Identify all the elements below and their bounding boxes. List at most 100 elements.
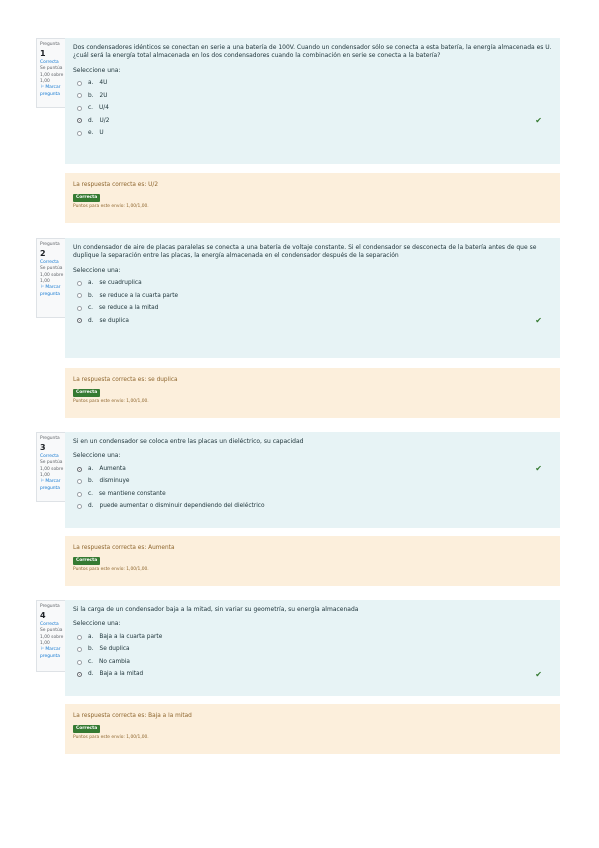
answer-option[interactable]: d. se duplica ✔ bbox=[73, 315, 552, 328]
option-text: se reduce a la mitad bbox=[99, 305, 159, 312]
radio-button[interactable] bbox=[77, 491, 82, 497]
flag-question-link[interactable]: ⚐ Marcar pregunta bbox=[40, 85, 64, 98]
option-letter: c. bbox=[88, 490, 94, 497]
option-text: se cuadruplica bbox=[99, 280, 142, 287]
answer-option[interactable]: d. U/2 ✔ bbox=[73, 115, 552, 128]
radio-button[interactable] bbox=[77, 305, 82, 311]
flag-question-link[interactable]: ⚐ Marcar pregunta bbox=[40, 479, 64, 492]
answer-option[interactable]: a. 4U bbox=[73, 77, 552, 90]
question-number: 3 bbox=[40, 443, 46, 453]
question-score: Se puntúa 1,00 sobre 1,00 bbox=[40, 266, 64, 285]
answer-option[interactable]: a. Aumenta ✔ bbox=[73, 463, 552, 476]
answer-option[interactable]: c. se reduce a la mitad bbox=[73, 302, 552, 315]
flag-icon: ⚐ bbox=[40, 479, 44, 485]
answer-option[interactable]: b. 2U bbox=[73, 90, 552, 103]
question-4-formulation: Si la carga de un condensador baja a la … bbox=[65, 600, 560, 696]
option-letter: a. bbox=[88, 633, 94, 640]
question-number: 2 bbox=[40, 249, 46, 259]
radio-button[interactable] bbox=[77, 466, 82, 472]
question-label: Pregunta bbox=[40, 242, 60, 247]
option-text: Se duplica bbox=[99, 646, 130, 653]
radio-button[interactable] bbox=[77, 479, 82, 485]
flag-question-link[interactable]: ⚐ Marcar pregunta bbox=[40, 285, 64, 298]
question-number: 4 bbox=[40, 611, 46, 621]
option-text: se reduce a la cuarta parte bbox=[99, 292, 179, 299]
answer-prompt: Seleccione una: bbox=[73, 266, 121, 274]
answer-option[interactable]: e. U bbox=[73, 127, 552, 140]
radio-button[interactable] bbox=[77, 634, 82, 640]
points-text: Puntos para este envío: 1,00/1,00. bbox=[73, 567, 149, 573]
question-2-feedback: La respuesta correcta es: se duplica Cor… bbox=[65, 368, 560, 418]
option-letter: b. bbox=[88, 292, 94, 299]
check-icon: ✔ bbox=[535, 669, 542, 679]
radio-button[interactable] bbox=[77, 105, 82, 111]
answer-option[interactable]: c. U/4 bbox=[73, 102, 552, 115]
question-text: Un condensador de aire de placas paralel… bbox=[73, 244, 537, 260]
radio-button[interactable] bbox=[77, 659, 82, 665]
radio-button[interactable] bbox=[77, 93, 82, 99]
option-text: se duplica bbox=[99, 317, 129, 324]
option-text: 2U bbox=[99, 92, 108, 99]
answer-option[interactable]: b. disminuye bbox=[73, 475, 552, 488]
answer-option[interactable]: b. Se duplica bbox=[73, 643, 552, 656]
flag-label: Marcar pregunta bbox=[40, 85, 61, 97]
answer-option[interactable]: b. se reduce a la cuarta parte bbox=[73, 290, 552, 303]
question-label: Pregunta bbox=[40, 436, 60, 441]
question-label: Pregunta bbox=[40, 604, 60, 609]
radio-button[interactable] bbox=[77, 280, 82, 286]
answer-option[interactable]: c. se mantiene constante bbox=[73, 488, 552, 501]
question-score: Se puntúa 1,00 sobre 1,00 bbox=[40, 460, 64, 479]
question-info: Pregunta 1 Correcta Se puntúa 1,00 sobre… bbox=[36, 38, 68, 108]
option-letter: b. bbox=[88, 92, 94, 99]
question-score: Se puntúa 1,00 sobre 1,00 bbox=[40, 628, 64, 647]
option-text: Aumenta bbox=[99, 465, 126, 472]
right-answer: La respuesta correcta es: Baja a la mita… bbox=[73, 713, 192, 719]
option-text: No cambia bbox=[99, 658, 130, 665]
answer-option[interactable]: d. puede aumentar o disminuir dependiendo… bbox=[73, 500, 552, 513]
question-3-feedback: La respuesta correcta es: Aumenta Correc… bbox=[65, 536, 560, 586]
answer-option[interactable]: d. Baja a la mitad ✔ bbox=[73, 668, 552, 681]
radio-button[interactable] bbox=[77, 672, 82, 678]
option-text: U bbox=[99, 130, 104, 137]
answer-option[interactable]: a. Baja a la cuarta parte bbox=[73, 631, 552, 644]
question-info: Pregunta 2 Correcta Se puntúa 1,00 sobre… bbox=[36, 238, 68, 318]
question-text: Si la carga de un condensador baja a la … bbox=[73, 606, 359, 613]
question-text: Dos condensadores idénticos se conectan … bbox=[73, 44, 552, 60]
question-info: Pregunta 4 Correcta Se puntúa 1,00 sobre… bbox=[36, 600, 68, 672]
check-icon: ✔ bbox=[535, 116, 542, 126]
option-letter: c. bbox=[88, 105, 94, 112]
flag-question-link[interactable]: ⚐ Marcar pregunta bbox=[40, 647, 64, 660]
question-1-feedback: La respuesta correcta es: U/2 Correcta P… bbox=[65, 173, 560, 223]
radio-button[interactable] bbox=[77, 130, 82, 136]
radio-button[interactable] bbox=[77, 118, 82, 124]
answer-option[interactable]: a. se cuadruplica bbox=[73, 277, 552, 290]
option-letter: c. bbox=[88, 305, 94, 312]
flag-icon: ⚐ bbox=[40, 85, 44, 91]
option-text: U/2 bbox=[99, 117, 110, 124]
points-text: Puntos para este envío: 1,00/1,00. bbox=[73, 399, 149, 405]
radio-button[interactable] bbox=[77, 80, 82, 86]
answer-option[interactable]: c. No cambia bbox=[73, 656, 552, 669]
answer-prompt: Seleccione una: bbox=[73, 66, 121, 74]
option-letter: c. bbox=[88, 658, 94, 665]
answer-prompt: Seleccione una: bbox=[73, 620, 121, 628]
points-text: Puntos para este envío: 1,00/1,00. bbox=[73, 735, 149, 741]
radio-button[interactable] bbox=[77, 318, 82, 324]
option-text: se mantiene constante bbox=[99, 490, 166, 497]
question-4-feedback: La respuesta correcta es: Baja a la mita… bbox=[65, 704, 560, 754]
option-text: 4U bbox=[99, 80, 108, 87]
question-label: Pregunta bbox=[40, 42, 60, 47]
check-icon: ✔ bbox=[535, 464, 542, 474]
status-badge: Correcta bbox=[73, 194, 101, 203]
question-1-formulation: Dos condensadores idénticos se conectan … bbox=[65, 38, 560, 164]
option-letter: a. bbox=[88, 80, 94, 87]
flag-icon: ⚐ bbox=[40, 285, 44, 291]
question-3-formulation: Si en un condensador se coloca entre las… bbox=[65, 432, 560, 528]
radio-button[interactable] bbox=[77, 293, 82, 299]
radio-button[interactable] bbox=[77, 647, 82, 653]
option-text: U/4 bbox=[99, 105, 109, 112]
radio-button[interactable] bbox=[77, 504, 82, 510]
status-badge: Correcta bbox=[73, 557, 101, 566]
option-letter: d. bbox=[88, 503, 94, 510]
status-badge: Correcta bbox=[73, 725, 101, 734]
